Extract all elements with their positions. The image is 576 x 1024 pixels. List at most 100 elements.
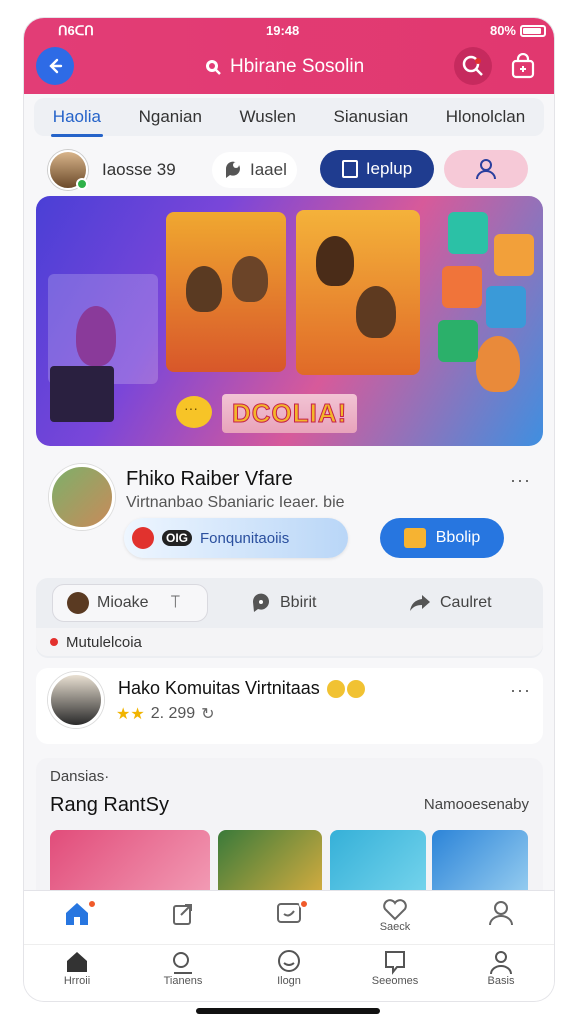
promo-banner[interactable]: DCOLIA! xyxy=(36,196,543,446)
profile-icon xyxy=(490,951,512,975)
emoji-icon xyxy=(346,680,365,699)
feed-section: Dansias· Rang RantSy Namooesenaby xyxy=(36,758,543,908)
comment-icon xyxy=(252,593,269,612)
banner-tile xyxy=(438,320,478,362)
search-title[interactable]: Hbirane Sosolin xyxy=(204,56,364,78)
banner-person xyxy=(186,266,222,312)
banner-person xyxy=(476,336,520,392)
share-label: Caulret xyxy=(440,594,492,611)
nav-saved[interactable]: Saeck xyxy=(355,899,435,944)
more-options-button[interactable]: ··· xyxy=(510,470,531,491)
banner-tile xyxy=(486,286,526,328)
community-chip: OIG xyxy=(162,530,193,546)
tab-nganian[interactable]: Nganian xyxy=(133,103,208,131)
live-text: Mutulelcoia xyxy=(66,633,142,651)
header-bar: ᑎ6ᑕᑎ 19:48 80% Hbirane Sosolin xyxy=(24,18,554,94)
section-label: Dansias· xyxy=(50,768,110,785)
reaction-button[interactable]: Mioake ⟙ xyxy=(52,584,208,622)
speaker-graphic xyxy=(50,366,114,422)
tab-inbox[interactable]: Seeomes xyxy=(355,949,435,999)
tab-hlonolclan[interactable]: Hlonolclan xyxy=(440,103,531,131)
banner-tile xyxy=(494,234,534,276)
banner-person xyxy=(76,306,116,366)
battery-indicator: 80% xyxy=(490,23,546,38)
user-icon xyxy=(476,159,496,180)
user-bar: Iaosse 39 Iaael Ieplup xyxy=(24,146,554,192)
speech-bubble-icon xyxy=(176,396,212,428)
tab-search[interactable]: Tianens xyxy=(143,949,223,999)
banner-tile xyxy=(448,212,488,254)
carrier-text: ᑎ6ᑕᑎ xyxy=(58,23,94,38)
back-button[interactable] xyxy=(36,47,74,85)
search-button[interactable] xyxy=(454,47,492,85)
community-title-text: Hako Komuitas Virtnitaas xyxy=(118,678,320,698)
notification-badge xyxy=(87,899,97,909)
rating-value: 2. 299 xyxy=(150,705,196,722)
more-options-button[interactable]: ··· xyxy=(510,680,531,701)
chat-icon xyxy=(225,161,240,178)
tab-profile[interactable]: Basis xyxy=(461,949,541,999)
live-dot-icon xyxy=(50,638,58,646)
bottom-nav: Saeck Hrroii Tianens Ilogn Seeomes Basis xyxy=(24,890,554,1001)
rating: ★★ 2. 299 ↻ xyxy=(116,704,215,724)
community-title[interactable]: Hako Komuitas Virtnitaas xyxy=(118,678,365,699)
avatar[interactable] xyxy=(49,464,115,530)
post-card: Fhiko Raiber Vfare Virtnanbao Sbaniaric … xyxy=(36,458,543,570)
tab-haolia[interactable]: Haolia xyxy=(47,103,107,137)
label-chip-text: Iaael xyxy=(250,160,287,179)
search-icon xyxy=(206,60,221,75)
tab-chat[interactable]: Ilogn xyxy=(249,949,329,999)
nav-home[interactable] xyxy=(37,899,117,944)
avatar[interactable] xyxy=(48,150,88,190)
banner-photo-right xyxy=(296,210,420,375)
banner-photo-left xyxy=(166,212,286,372)
notification-badge xyxy=(299,899,309,909)
message-icon xyxy=(385,951,405,975)
username: Iaosse 39 xyxy=(102,160,176,179)
comment-label: Bbirit xyxy=(280,594,317,611)
primary-button[interactable]: Ieplup xyxy=(320,150,434,188)
emoji-icon xyxy=(326,680,345,699)
join-button[interactable]: Bbolip xyxy=(380,518,504,558)
primary-button-label: Ieplup xyxy=(365,159,413,178)
share-icon xyxy=(410,595,430,611)
bag-button[interactable] xyxy=(506,49,540,83)
chat-icon xyxy=(278,950,300,972)
profile-icon xyxy=(489,901,513,926)
nav-profile[interactable] xyxy=(461,899,541,944)
nav-messages[interactable] xyxy=(249,899,329,944)
nav-share[interactable] xyxy=(143,899,223,944)
post-subtitle: Virtnanbao Sbaniaric Ieaer. bie xyxy=(126,494,345,511)
banner-person xyxy=(356,286,396,338)
live-row[interactable]: Mutulelcoia xyxy=(36,628,543,656)
status-bar: ᑎ6ᑕᑎ 19:48 80% xyxy=(24,18,554,42)
avatar[interactable] xyxy=(48,672,104,728)
home-indicator[interactable] xyxy=(196,1008,380,1014)
heart-icon xyxy=(383,899,407,921)
tab-home[interactable]: Hrroii xyxy=(37,949,117,999)
clock: 19:48 xyxy=(266,23,300,38)
label-chip[interactable]: Iaael xyxy=(212,152,297,188)
tab-chat-label: Ilogn xyxy=(277,975,301,987)
tab-profile-label: Basis xyxy=(487,975,515,987)
header-title: Hbirane Sosolin xyxy=(230,56,365,77)
comment-button[interactable]: Bbirit xyxy=(250,584,316,622)
banner-tile xyxy=(442,266,482,308)
nav-row-bottom: Hrroii Tianens Ilogn Seeomes Basis xyxy=(24,949,554,999)
post-title[interactable]: Fhiko Raiber Vfare xyxy=(126,468,293,491)
profile-button[interactable] xyxy=(444,150,528,188)
see-all-link[interactable]: Namooesenaby xyxy=(424,796,529,813)
community-card: Hako Komuitas Virtnitaas ··· ★★ 2. 299 ↻ xyxy=(36,668,543,744)
pin-icon: ⟙ xyxy=(170,594,181,611)
tab-wuslen[interactable]: Wuslen xyxy=(234,103,302,131)
reaction-label: Mioake xyxy=(97,594,149,611)
community-button[interactable]: OIG Fonqunitaoiis xyxy=(124,518,348,558)
share-button[interactable]: Caulret xyxy=(408,584,492,622)
battery-text: 80% xyxy=(489,23,516,38)
home-icon xyxy=(67,952,87,972)
tab-sianusian[interactable]: Sianusian xyxy=(328,103,415,131)
action-bar: Mioake ⟙ Bbirit Caulret Mutulelcoia xyxy=(36,578,543,658)
section-title: Rang RantSy xyxy=(50,794,169,816)
user-avatar-icon xyxy=(67,592,89,614)
category-tabs: Haolia Nganian Wuslen Sianusian Hlonolcl… xyxy=(34,98,544,137)
